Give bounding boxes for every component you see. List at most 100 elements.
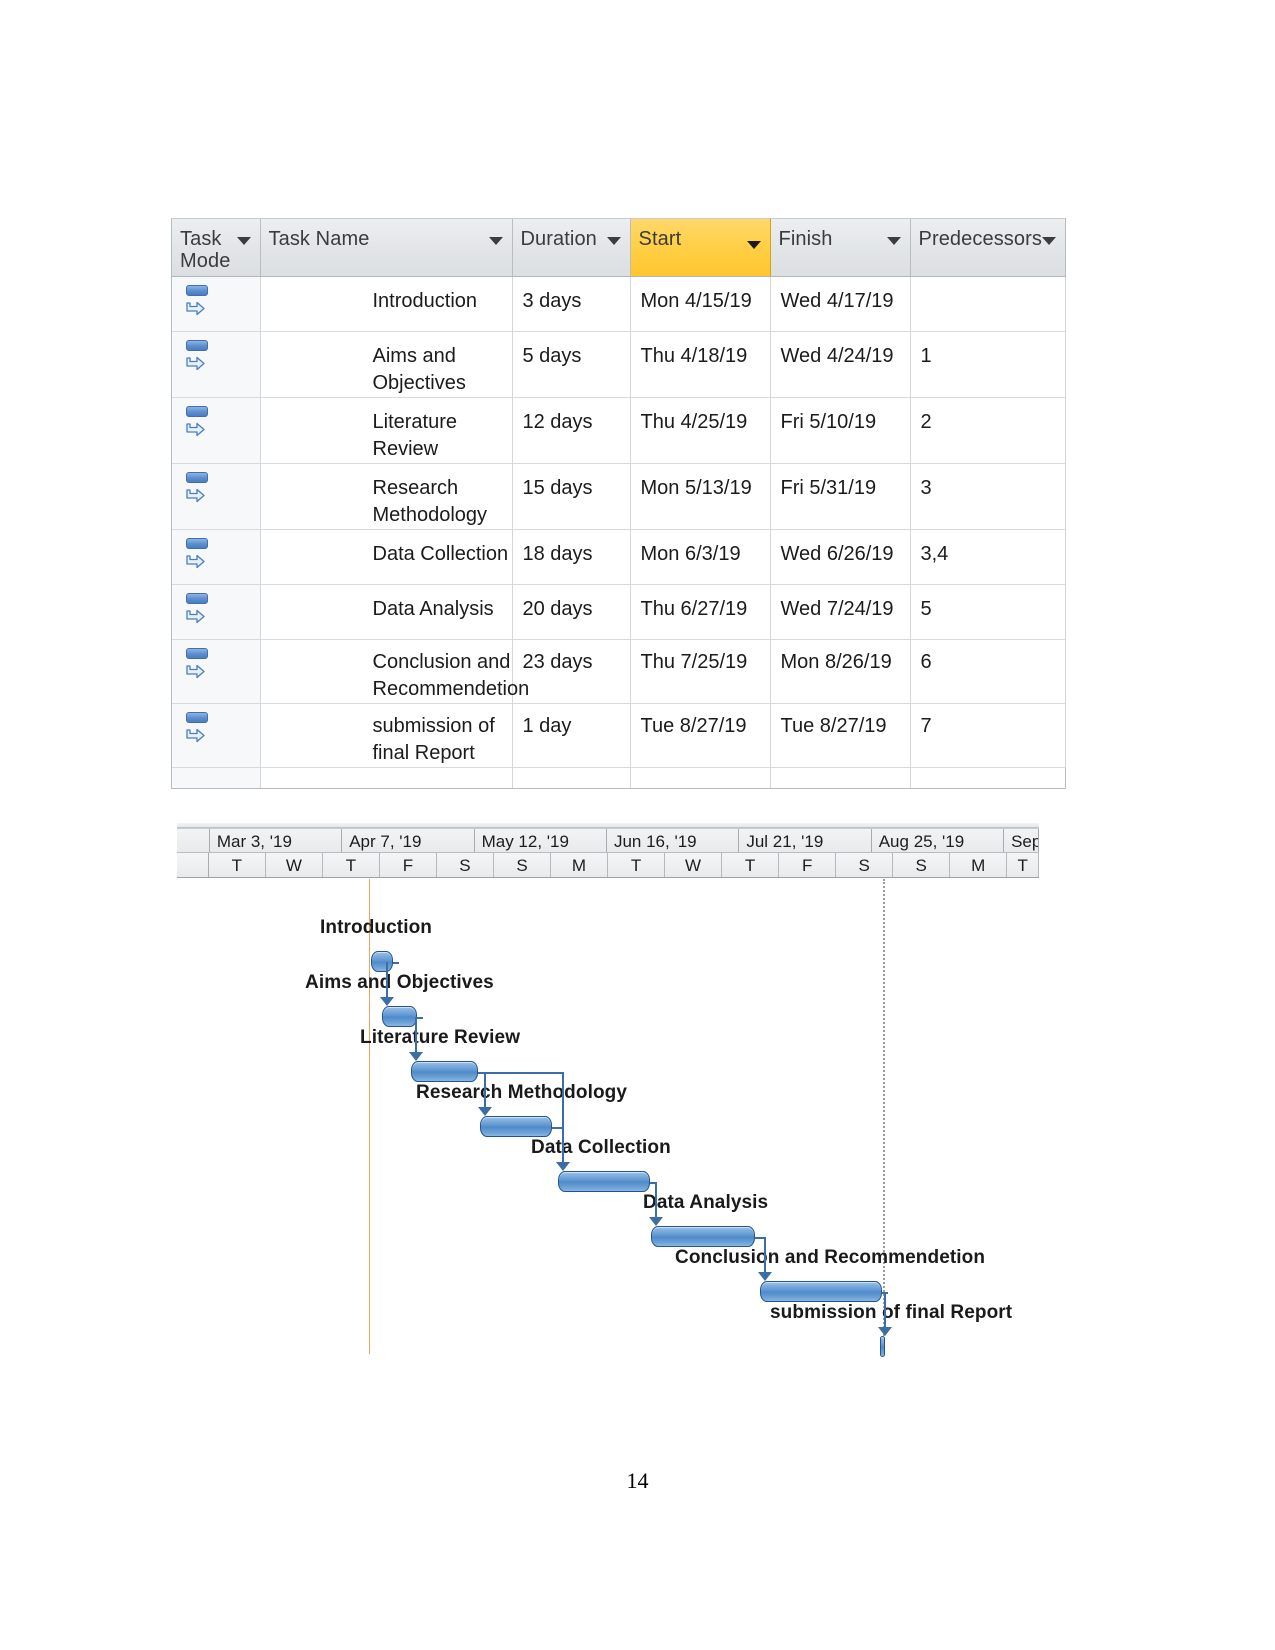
cell-predecessors[interactable] [910,276,1066,332]
cell-predecessors[interactable]: 3 [910,463,1066,530]
cell-predecessors[interactable]: 1 [910,331,1066,398]
cell-start[interactable]: Thu 4/25/19 [630,397,771,464]
cell-start[interactable]: Mon 5/13/19 [630,463,771,530]
dependency-arrow-icon [409,1052,423,1061]
filter-dropdown-icon-duration[interactable] [606,237,621,245]
table-row[interactable]: Literature Review 12 days Thu 4/25/19 Fri 5… [172,397,1066,464]
dependency-link [562,1072,564,1165]
cell-task-mode[interactable] [172,276,261,332]
gantt-bar[interactable] [760,1281,882,1302]
task-grid: Task Mode Task Name Duration Start Finis… [172,219,1066,788]
cell-task-name[interactable]: Conclusion and Recommendetion [260,639,530,704]
dependency-link [386,962,388,1000]
cell-task-name[interactable]: Data Collection [260,529,513,585]
timeline-month-cell: Mar 3, '19 [210,829,343,852]
cell-task-name[interactable]: Introduction [260,276,513,332]
cell-duration[interactable]: 12 days [512,397,631,464]
table-row[interactable]: Data Analysis 20 days Thu 6/27/19 Wed 7/24/… [172,584,1066,640]
cell-start[interactable]: Mon 4/15/19 [630,276,771,332]
gantt-bar[interactable] [651,1226,755,1247]
column-header-task-name[interactable]: Task Name [260,219,513,277]
table-row[interactable]: Aims and Objectives 5 days Thu 4/18/19 Wed … [172,331,1066,398]
task-table: Task Mode Task Name Duration Start Finis… [171,218,1066,789]
start-text: Thu 4/25/19 [640,411,748,433]
table-row[interactable]: Data Collection 18 days Mon 6/3/19 Wed 6/26… [172,529,1066,585]
cell-duration[interactable]: 23 days [512,639,631,704]
cell-duration[interactable]: 18 days [512,529,631,585]
cell-task-mode[interactable] [172,584,261,640]
filter-dropdown-icon-task-mode[interactable] [236,237,251,245]
duration-text: 3 days [522,290,582,312]
column-header-start[interactable]: Start [629,219,771,277]
gantt-bar[interactable] [382,1006,417,1027]
cell-start[interactable]: Mon 6/3/19 [630,529,771,585]
filler-cell [630,767,771,788]
table-row[interactable]: Introduction 3 days Mon 4/15/19 Wed 4/17/19 [172,276,1066,332]
cell-duration[interactable]: 20 days [512,584,631,640]
cell-predecessors[interactable]: 3,4 [910,529,1066,585]
cell-start[interactable]: Tue 8/27/19 [630,703,771,768]
cell-task-mode[interactable] [172,463,261,530]
column-header-task-mode[interactable]: Task Mode [172,219,261,277]
cell-task-name[interactable]: Research Methodology [260,463,513,530]
cell-predecessors[interactable]: 6 [910,639,1066,704]
cell-finish[interactable]: Wed 7/24/19 [770,584,911,640]
cell-duration[interactable]: 15 days [512,463,631,530]
column-header-duration-label: Duration [520,228,597,250]
cell-start[interactable]: Thu 4/18/19 [630,331,771,398]
column-header-finish[interactable]: Finish [770,219,911,277]
filter-dropdown-icon-start[interactable] [746,241,761,249]
cell-predecessors[interactable]: 5 [910,584,1066,640]
cell-predecessors[interactable]: 2 [910,397,1066,464]
filter-dropdown-icon-task-name[interactable] [488,237,503,245]
finish-text: Wed 7/24/19 [780,598,894,620]
cell-start[interactable]: Thu 7/25/19 [630,639,771,704]
timeline-day-cell: T [323,853,380,877]
table-row[interactable]: Conclusion and Recommendetion 23 days Thu … [172,639,1066,704]
filter-dropdown-icon-finish[interactable] [886,237,901,245]
gantt-bar-label: Literature Review [360,1027,521,1048]
timeline-month-cell: Jul 21, '19 [739,829,872,852]
cell-duration[interactable]: 1 day [512,703,631,768]
task-name-text: Conclusion and Recommendetion [372,651,530,700]
gantt-bar[interactable] [411,1061,478,1082]
dependency-arrow-icon [380,997,394,1006]
cell-task-mode[interactable] [172,639,261,704]
cell-finish[interactable]: Wed 6/26/19 [770,529,911,585]
cell-finish[interactable]: Tue 8/27/19 [770,703,911,768]
timeline-day-cell: T [1007,853,1040,877]
gantt-bar[interactable] [480,1116,552,1137]
gantt-bar[interactable] [880,1336,885,1357]
cell-task-name[interactable]: Aims and Objectives [260,331,513,398]
cell-finish[interactable]: Fri 5/31/19 [770,463,911,530]
cell-task-name[interactable]: Data Analysis [260,584,513,640]
cell-finish[interactable]: Wed 4/17/19 [770,276,911,332]
cell-task-mode[interactable] [172,331,261,398]
table-row[interactable]: Research Methodology 15 days Mon 5/13/19 Fr… [172,463,1066,530]
column-header-finish-label: Finish [778,228,833,250]
filter-dropdown-icon-predecessors[interactable] [1042,237,1056,245]
cell-duration[interactable]: 3 days [512,276,631,332]
gantt-bar[interactable] [558,1171,650,1192]
timeline-month-cell: Apr 7, '19 [342,829,475,852]
timeline-month-cell: Sep [1004,829,1039,852]
gantt-bar-label: Data Analysis [643,1192,769,1213]
column-header-duration[interactable]: Duration [512,219,631,277]
table-header-row: Task Mode Task Name Duration Start Finis… [172,219,1065,277]
cell-task-name[interactable]: Literature Review [260,397,513,464]
table-row[interactable]: submission of final Report 1 day Tue 8/27/… [172,703,1066,768]
start-text: Mon 4/15/19 [640,290,752,312]
duration-text: 20 days [522,598,593,620]
cell-finish[interactable]: Mon 8/26/19 [770,639,911,704]
cell-task-name[interactable]: submission of final Report [260,703,513,768]
cell-finish[interactable]: Wed 4/24/19 [770,331,911,398]
cell-start[interactable]: Thu 6/27/19 [630,584,771,640]
cell-finish[interactable]: Fri 5/10/19 [770,397,911,464]
gantt-bar[interactable] [371,951,393,972]
cell-task-mode[interactable] [172,397,261,464]
column-header-predecessors[interactable]: Predecessors [910,219,1065,277]
cell-predecessors[interactable]: 7 [910,703,1066,768]
cell-task-mode[interactable] [172,529,261,585]
cell-task-mode[interactable] [172,703,261,768]
cell-duration[interactable]: 5 days [512,331,631,398]
